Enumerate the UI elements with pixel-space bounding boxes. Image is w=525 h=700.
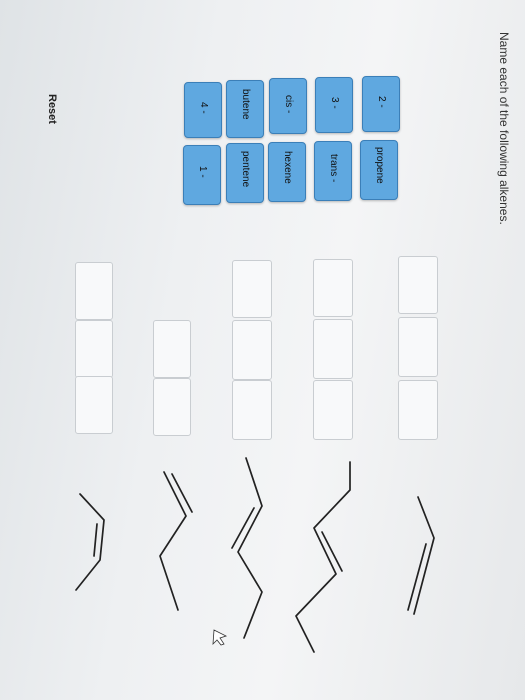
mouse-cursor-icon xyxy=(212,629,228,646)
cis-2-butene-structure xyxy=(75,493,105,591)
trans-2-pentene-structure xyxy=(231,457,263,639)
1-butene-structure xyxy=(159,471,193,611)
propene-structure xyxy=(407,496,435,615)
molecule-drawings xyxy=(75,457,435,653)
trans-3-hexene-structure xyxy=(295,461,351,653)
